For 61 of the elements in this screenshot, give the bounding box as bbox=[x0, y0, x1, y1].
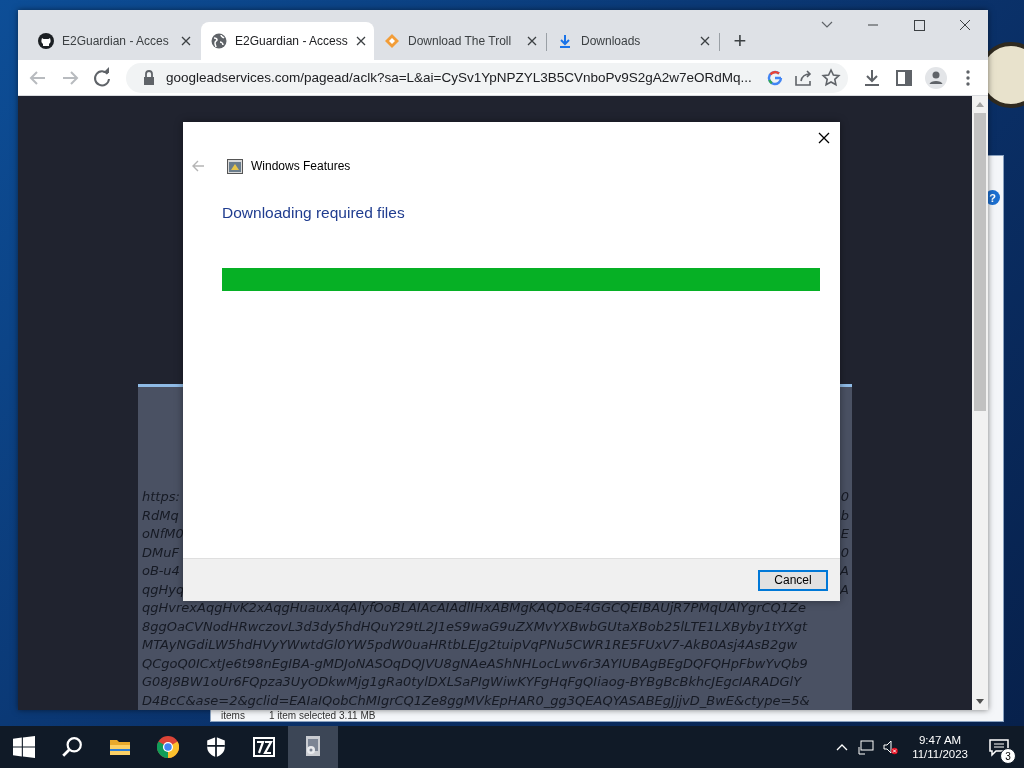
download-icon bbox=[557, 33, 573, 49]
scrollbar[interactable] bbox=[972, 96, 988, 710]
close-icon[interactable] bbox=[355, 36, 366, 46]
notification-count: 3 bbox=[1000, 748, 1016, 764]
url-fragment: oB-u4 bbox=[142, 562, 180, 580]
browser-tab[interactable]: Downloads bbox=[547, 22, 720, 60]
cancel-button[interactable]: Cancel bbox=[758, 569, 828, 591]
status-text: 1 item selected 3.11 MB bbox=[268, 709, 376, 721]
status-text: items bbox=[221, 709, 245, 721]
search-icon[interactable] bbox=[61, 736, 83, 758]
url-line: qgHvrexAqgHvK2xAqgHuauxAqAlyfOoBLAIAcAIAdlIHxABMgKAQDoE4GGCQEIBAUjR7PMqUAlYgrCQ1Ze bbox=[142, 599, 807, 617]
windows-start-icon[interactable] bbox=[13, 736, 35, 758]
window-app-icon bbox=[227, 158, 243, 174]
url-fragment: https: bbox=[142, 488, 180, 506]
url-fragment: qgHyq bbox=[142, 580, 185, 599]
url-fragment: A bbox=[840, 580, 849, 599]
browser-tab[interactable]: E2Guardian - Acces bbox=[28, 22, 201, 60]
tab-title: Downloads bbox=[581, 34, 642, 48]
notification-button[interactable]: 3 bbox=[982, 730, 1016, 764]
tab-title: E2Guardian - Access bbox=[235, 34, 348, 48]
url-line: MTAyNGdiLW5hdHVyYWwtdGl0YW5pdW0uaHRtbLEJg2tuipVqPNu5CWR1RE5FUxV7-AkB0Asj4AsB2gw bbox=[142, 636, 799, 654]
url-fragment: b bbox=[840, 506, 849, 525]
url-line: D4BcC&ase=2&gclid=EAIaIQobChMIgrCQ1Ze8ggMVkEpHAR0_gg3QEAQYASABEgJjjvD_BwE&ctype=5& bbox=[142, 691, 811, 710]
time-text: 9:47 AM bbox=[918, 733, 962, 747]
url-line: G08J8BW1oUr6FQpza3UyODkwMjg1gRa0tylDXLSaPIgWiwKYFgHqFgQIiaog-BYBgBcBkhcJEgcIARADGlY bbox=[142, 673, 803, 691]
url-fragment: 0 bbox=[840, 488, 849, 506]
close-icon[interactable] bbox=[527, 36, 537, 46]
url-fragment: A bbox=[840, 562, 849, 580]
dialog-heading: Downloading required files bbox=[222, 204, 405, 222]
shield-icon[interactable] bbox=[205, 736, 227, 758]
tab-title: Download The Troll bbox=[408, 34, 513, 48]
scroll-down-icon[interactable] bbox=[975, 698, 985, 706]
browser-tab[interactable]: E2Guardian - Access bbox=[201, 22, 374, 60]
url-line: QCgoQ0ICxtJe6t98nEgIBA-gMDJoNASOqDQJVU8gNAeAShNHLocLwv6r3AYIUBAgBEgDQFQHpFbwYvQb9 bbox=[142, 654, 809, 673]
chrome-icon[interactable] bbox=[157, 736, 179, 758]
url-fragment: DMuF bbox=[142, 543, 179, 562]
github-icon bbox=[38, 33, 54, 49]
scrollbar-thumb[interactable] bbox=[974, 113, 986, 411]
close-icon[interactable] bbox=[181, 36, 191, 46]
url-fragment: E bbox=[840, 525, 849, 543]
diamond-icon bbox=[384, 33, 400, 49]
close-icon[interactable] bbox=[700, 36, 710, 46]
url-fragment: oNfM0 bbox=[142, 525, 184, 543]
volume-muted-icon[interactable] bbox=[882, 739, 899, 755]
taskbar-button[interactable] bbox=[288, 726, 338, 768]
close-icon[interactable] bbox=[816, 130, 832, 146]
tab-title: E2Guardian - Acces bbox=[62, 34, 170, 48]
address-bar[interactable]: googleadservices.com/pagead/aclk?sa=L&ai=CySv1YpNPZYL3B5CVnboPv9S2gA2w7eORdMq... bbox=[126, 62, 848, 93]
url-fragment: RdMq bbox=[142, 506, 179, 525]
new-tab-button[interactable]: + bbox=[726, 27, 754, 55]
globe-icon bbox=[211, 33, 227, 49]
url-fragment: 0 bbox=[840, 543, 849, 562]
dialog-title: Windows Features bbox=[251, 159, 351, 173]
url-line: 8ggOaCVNodHRwczovL3d3dy5hdHQuY29tL2J1eS9waG9uZXMvYXBwbGUtaXBob25lLTE1LXByby1tYXgt bbox=[142, 617, 809, 636]
url-text: googleadservices.com/pagead/aclk?sa=L&ai=CySv1YpNPZYL3B5CVnboPv9S2gA2w7eORdMq... bbox=[166, 70, 753, 85]
date-text: 11/11/2023 bbox=[912, 747, 968, 761]
clock[interactable]: 9:47 AM 11/11/2023 bbox=[906, 733, 974, 761]
network-icon[interactable] bbox=[858, 739, 875, 755]
archive-icon[interactable] bbox=[253, 736, 275, 758]
star-icon[interactable] bbox=[820, 66, 842, 89]
browser-tab[interactable]: Download The Troll bbox=[374, 22, 547, 60]
